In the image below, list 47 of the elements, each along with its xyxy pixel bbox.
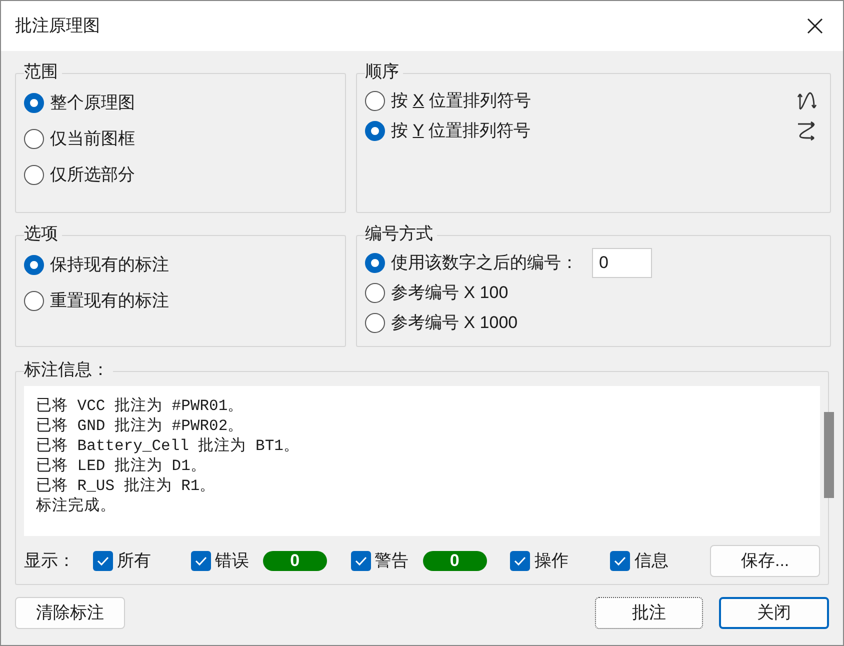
radio-button[interactable]: [365, 121, 385, 141]
checkbox[interactable]: [93, 551, 113, 571]
checkbox-label: 错误: [214, 550, 249, 572]
number-field[interactable]: 0: [592, 248, 652, 278]
log-line: 已将 LED 批注为 D1。: [36, 456, 208, 476]
annotate-button[interactable]: 批注: [595, 597, 703, 629]
radio-button[interactable]: [365, 283, 385, 303]
log-line: 已将 VCC 批注为 #PWR01。: [36, 396, 245, 416]
scrollbar-thumb[interactable]: [824, 412, 834, 498]
clear-annotations-button[interactable]: 清除标注: [15, 597, 125, 629]
log-line: 已将 R_US 批注为 R1。: [36, 476, 217, 496]
radio-label: 按 Y 位置排列符号: [391, 120, 531, 142]
filter-label: 显示：: [24, 550, 75, 572]
radio-label: 仅所选部分: [50, 164, 135, 186]
radio-button[interactable]: [365, 91, 385, 111]
sort-vertical-icon: [796, 90, 818, 112]
log-line: 已将 GND 批注为 #PWR02。: [36, 416, 245, 436]
count-badge: 0: [422, 551, 487, 571]
radio-label: 参考编号 X 1000: [391, 312, 518, 334]
radio-label: 整个原理图: [50, 92, 135, 114]
radio-button[interactable]: [365, 253, 385, 273]
checkbox[interactable]: [610, 551, 630, 571]
close-dialog-button[interactable]: 关闭: [719, 597, 829, 629]
checkbox-label: 所有: [117, 550, 151, 572]
radio-button[interactable]: [24, 93, 44, 113]
radio-button[interactable]: [24, 291, 44, 311]
radio-label: 仅当前图框: [50, 128, 135, 150]
log-line: 已将 Battery_Cell 批注为 BT1。: [36, 436, 300, 456]
radio-button[interactable]: [24, 129, 44, 149]
radio-label: 保持现有的标注: [50, 254, 169, 276]
save-button[interactable]: 保存...: [710, 545, 820, 577]
radio-button[interactable]: [24, 165, 44, 185]
log-line: 标注完成。: [36, 496, 117, 516]
radio-label: 重置现有的标注: [50, 290, 169, 312]
checkbox[interactable]: [190, 551, 211, 571]
radio-button[interactable]: [24, 255, 44, 275]
radio-label: 按 X 位置排列符号: [391, 90, 531, 112]
checkbox[interactable]: [350, 551, 371, 571]
checkbox-label: 警告: [374, 550, 409, 572]
count-badge: 0: [262, 551, 327, 571]
checkbox-label: 信息: [634, 550, 668, 572]
radio-label: 使用该数字之后的编号：: [391, 252, 578, 274]
radio-button[interactable]: [365, 313, 385, 333]
window-title: 批注原理图: [15, 15, 100, 38]
checkbox-label: 操作: [534, 550, 568, 572]
checkbox[interactable]: [510, 551, 530, 571]
radio-label: 参考编号 X 100: [391, 282, 508, 304]
